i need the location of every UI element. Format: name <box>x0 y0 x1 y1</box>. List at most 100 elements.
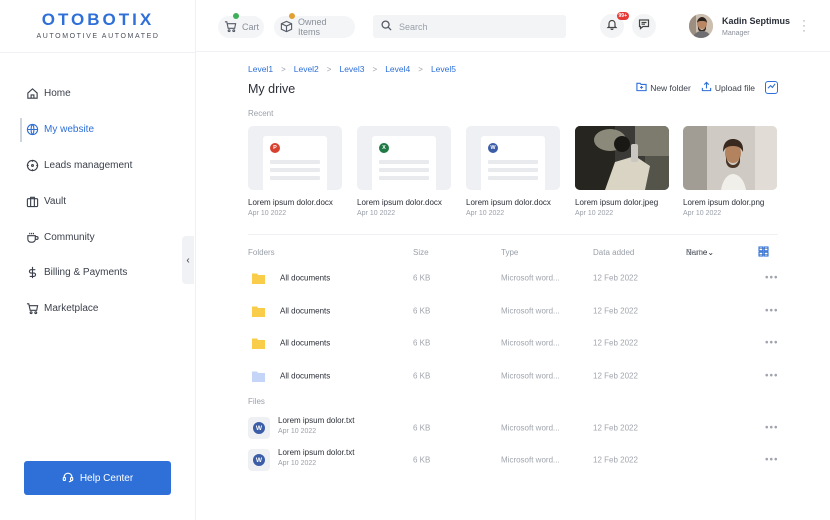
analytics-button[interactable] <box>765 81 778 94</box>
cup-icon <box>26 231 39 244</box>
powerpoint-icon: P <box>270 143 280 153</box>
file-name: Lorem ipsum dolor.png <box>683 198 765 207</box>
files-label: Files <box>248 397 265 406</box>
recent-card[interactable]: P Lorem ipsum dolor.docx Apr 10 2022 <box>248 126 342 217</box>
sidebar-item-label: My website <box>44 124 95 136</box>
column-header-size[interactable]: Size <box>413 248 429 257</box>
table-row[interactable]: W Lorem ipsum dolor.txt Apr 10 2022 6 KB… <box>248 412 788 444</box>
folder-type: Microsoft word... <box>501 338 560 348</box>
more-options-icon[interactable]: ••• <box>765 423 779 434</box>
sort-dropdown[interactable]: Sort: Name ⌄ <box>686 248 714 257</box>
recent-card[interactable]: W Lorem ipsum dolor.docx Apr 10 2022 <box>466 126 560 217</box>
more-options-icon[interactable]: ••• <box>765 455 779 466</box>
breadcrumb-level1[interactable]: Level1 <box>248 64 273 74</box>
user-role: Manager <box>722 30 750 37</box>
search-input[interactable] <box>399 21 559 32</box>
search-bar[interactable] <box>373 15 566 38</box>
image-thumbnail <box>575 126 669 190</box>
table-row[interactable]: All documents 6 KB Microsoft word... 12 … <box>248 362 788 390</box>
breadcrumb-level5[interactable]: Level5 <box>431 64 456 74</box>
sidebar-item-marketplace[interactable]: Marketplace <box>20 291 190 327</box>
file-date: Apr 10 2022 <box>357 210 396 217</box>
folder-type: Microsoft word... <box>501 273 560 283</box>
table-row[interactable]: All documents 6 KB Microsoft word... 12 … <box>248 264 788 292</box>
recent-card[interactable]: X Lorem ipsum dolor.docx Apr 10 2022 <box>357 126 451 217</box>
breadcrumb-level3[interactable]: Level3 <box>339 64 364 74</box>
search-icon <box>381 18 399 36</box>
image-thumbnail <box>683 126 777 190</box>
folder-name: All documents <box>280 273 331 283</box>
help-center-button[interactable]: Help Center <box>24 461 171 495</box>
messages-button[interactable] <box>632 14 656 38</box>
sidebar-item-leads-management[interactable]: Leads management <box>20 148 190 184</box>
sidebar-item-vault[interactable]: Vault <box>20 183 190 219</box>
sidebar-nav: Home My website Leads management Vault C… <box>20 76 190 327</box>
recent-files: P Lorem ipsum dolor.docx Apr 10 2022 X L… <box>248 126 788 226</box>
sidebar-item-my-website[interactable]: My website <box>20 112 190 148</box>
file-type: Microsoft word... <box>501 455 560 465</box>
file-thumbnail: P <box>248 126 342 190</box>
sidebar-item-community[interactable]: Community <box>20 219 190 255</box>
column-header-type[interactable]: Type <box>501 248 518 257</box>
file-name: Lorem ipsum dolor.docx <box>248 198 333 207</box>
divider <box>248 234 778 235</box>
cart-button[interactable]: Cart <box>218 13 264 38</box>
more-options-icon[interactable]: · · · <box>800 14 808 36</box>
sidebar-item-label: Leads management <box>44 159 133 171</box>
box-icon <box>280 20 298 35</box>
more-options-icon[interactable]: ••• <box>765 306 779 317</box>
notifications-button[interactable]: 99+ <box>600 12 629 38</box>
sidebar-item-label: Marketplace <box>44 303 99 315</box>
home-icon <box>26 87 39 100</box>
more-options-icon[interactable]: ••• <box>765 338 779 349</box>
folder-name: All documents <box>280 371 331 381</box>
file-date: Apr 10 2022 <box>575 210 614 217</box>
recent-card[interactable]: Lorem ipsum dolor.jpeg Apr 10 2022 <box>575 126 669 217</box>
user-name[interactable]: Kadin Septimus <box>722 16 790 26</box>
cart-icon <box>224 20 242 35</box>
sidebar-item-label: Home <box>44 88 71 100</box>
sidebar-item-home[interactable]: Home <box>20 76 190 112</box>
table-row[interactable]: All documents 6 KB Microsoft word... 12 … <box>248 297 788 325</box>
folder-plus-icon <box>636 81 650 94</box>
notification-badge: 99+ <box>616 12 629 20</box>
recent-card[interactable]: Lorem ipsum dolor.png Apr 10 2022 <box>683 126 777 217</box>
more-options-icon[interactable]: ••• <box>765 371 779 382</box>
breadcrumb: Level1 > Level2 > Level3 > Level4 > Leve… <box>248 64 456 74</box>
cart-icon <box>26 302 39 315</box>
file-type: Microsoft word... <box>501 423 560 433</box>
column-header-name[interactable]: Folders <box>248 248 275 257</box>
divider <box>0 52 196 53</box>
folder-icon <box>252 371 265 382</box>
column-header-date[interactable]: Data added <box>593 248 634 257</box>
brand-subtitle: AUTOMOTIVE AUTOMATED <box>36 33 160 40</box>
new-folder-button[interactable]: New folder <box>636 81 691 94</box>
sidebar-collapse-button[interactable]: ‹ <box>182 236 194 284</box>
breadcrumb-level2[interactable]: Level2 <box>294 64 319 74</box>
owned-items-button[interactable]: Owned Items <box>274 13 355 38</box>
sidebar-item-label: Billing & Payments <box>44 267 128 279</box>
word-file-icon: W <box>248 417 270 439</box>
table-row[interactable]: W Lorem ipsum dolor.txt Apr 10 2022 6 KB… <box>248 444 788 476</box>
sort-label: Sort: <box>686 248 703 257</box>
file-date: Apr 10 2022 <box>683 210 722 217</box>
table-row[interactable]: All documents 6 KB Microsoft word... 12 … <box>248 329 788 357</box>
chevron-right-icon: > <box>372 64 378 74</box>
sidebar-item-label: Vault <box>44 195 67 207</box>
sidebar-item-billing-payments[interactable]: Billing & Payments <box>20 255 190 291</box>
folder-name: All documents <box>280 338 331 348</box>
page-title: My drive <box>248 82 296 96</box>
avatar[interactable] <box>689 14 713 38</box>
folder-date: 12 Feb 2022 <box>593 273 638 283</box>
breadcrumb-level4[interactable]: Level4 <box>385 64 410 74</box>
upload-file-button[interactable]: Upload file <box>701 81 755 94</box>
table-header: Folders Size Type Data added Sort: Name … <box>248 246 788 262</box>
target-icon <box>26 159 39 172</box>
brand-logo[interactable]: OTOBOTIX AUTOMOTIVE AUTOMATED <box>0 10 196 40</box>
more-options-icon[interactable]: ••• <box>765 273 779 284</box>
photo-preview <box>575 126 669 190</box>
chevron-right-icon: > <box>326 64 332 74</box>
grid-view-icon[interactable] <box>758 246 769 257</box>
file-date: Apr 10 2022 <box>248 210 287 217</box>
brand-title: OTOBOTIX <box>41 10 155 29</box>
